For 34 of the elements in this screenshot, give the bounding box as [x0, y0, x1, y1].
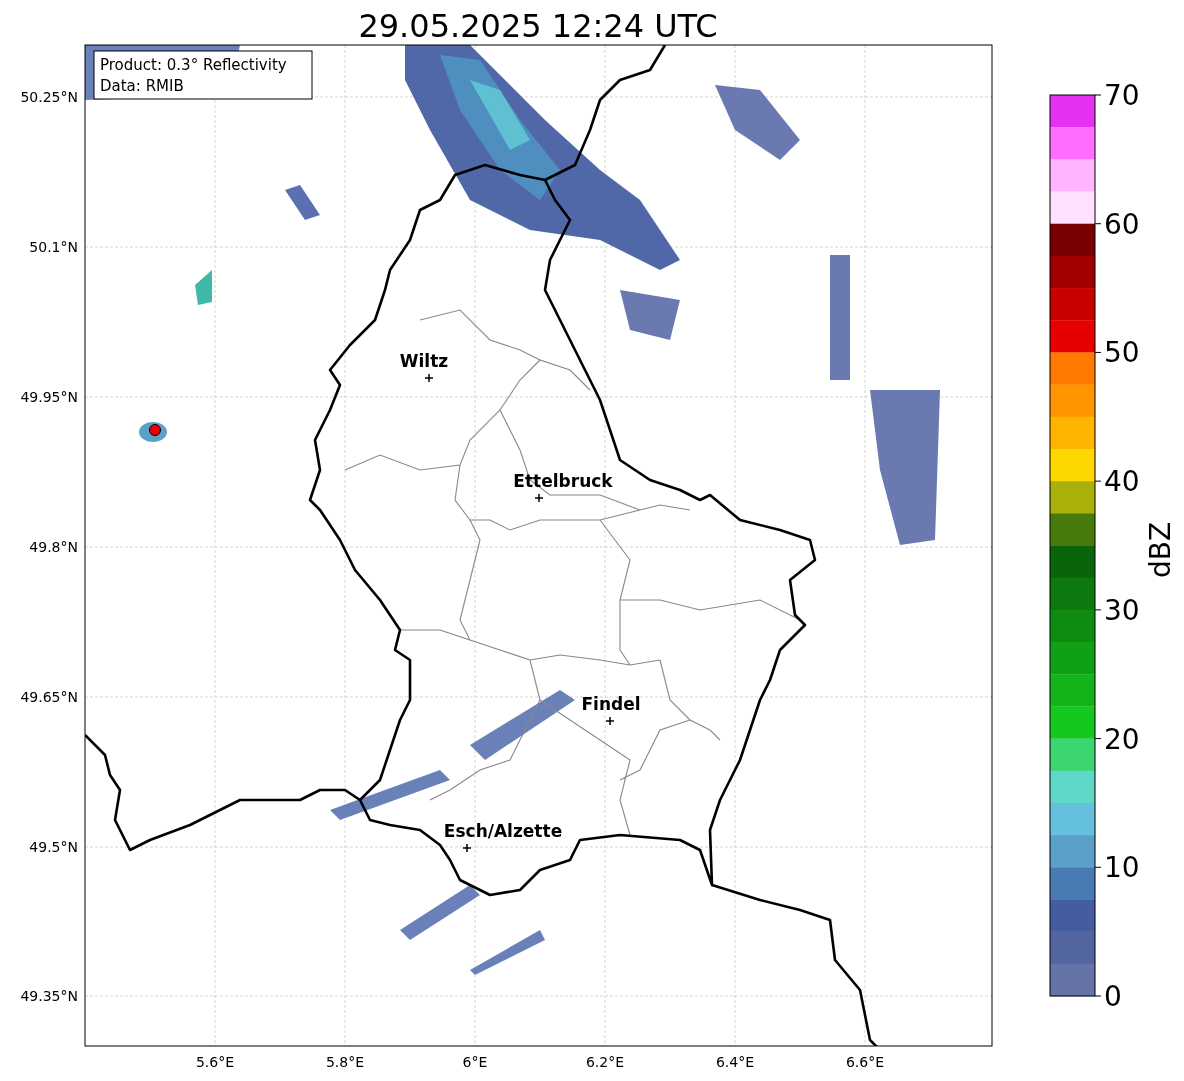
- latitude-label: 49.35°N: [20, 988, 78, 1004]
- latitude-label: 49.5°N: [29, 839, 78, 855]
- city-marker-icon: [462, 843, 472, 853]
- colorbar-tick-label: 10: [1104, 851, 1140, 885]
- colorbar-tick-label: 40: [1104, 465, 1140, 499]
- latitude-label: 49.65°N: [20, 689, 78, 705]
- city-label: Findel: [581, 694, 641, 714]
- latitude-label: 49.8°N: [29, 539, 78, 555]
- city-label: Esch/Alzette: [443, 821, 563, 841]
- figure-title: 29.05.2025 12:24 UTC: [358, 7, 718, 45]
- colorbar-tick-label: 30: [1104, 593, 1140, 627]
- city-marker-icon: [605, 716, 615, 726]
- city-label: Wiltz: [399, 351, 449, 371]
- longitude-label: 6.6°E: [845, 1054, 885, 1070]
- longitude-label: 5.8°E: [325, 1054, 365, 1070]
- colorbar-tick-label: 0: [1104, 980, 1122, 1013]
- longitude-label: 6.4°E: [715, 1054, 755, 1070]
- info-text: Product: 0.3° Reflectivity: [100, 56, 287, 74]
- latitude-label: 50.1°N: [29, 239, 78, 255]
- city-marker-icon: [424, 373, 434, 383]
- longitude-label: 5.6°E: [195, 1054, 235, 1070]
- longitude-label: 6.2°E: [585, 1054, 625, 1070]
- colorbar-title: dBZ: [1144, 521, 1177, 579]
- colorbar-tick-label: 20: [1104, 722, 1140, 756]
- city-marker-icon: [534, 493, 544, 503]
- radar-site-icon: [149, 424, 161, 436]
- colorbar-tick-label: 50: [1104, 336, 1140, 370]
- latitude-label: 49.95°N: [20, 389, 78, 405]
- colorbar-tick-label: 70: [1104, 79, 1140, 112]
- info-text: Data: RMIB: [100, 77, 184, 95]
- city-label: Ettelbruck: [513, 471, 613, 491]
- colorbar-tick-label: 60: [1104, 207, 1140, 241]
- latitude-label: 50.25°N: [20, 89, 78, 105]
- longitude-label: 6°E: [462, 1054, 488, 1070]
